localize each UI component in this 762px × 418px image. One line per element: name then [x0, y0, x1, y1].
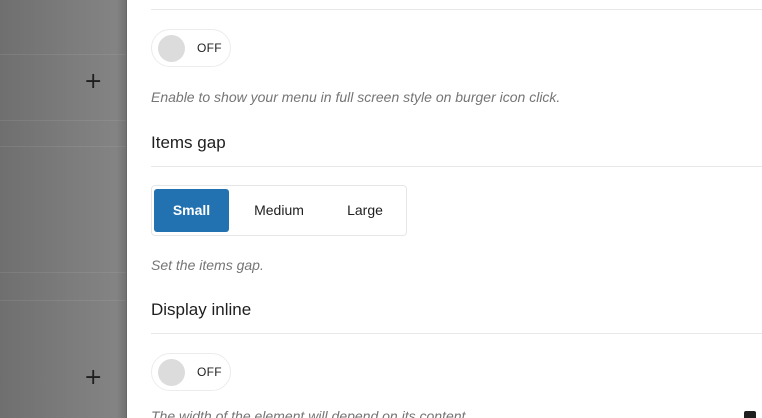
- items-gap-help-text: Set the items gap.: [151, 257, 264, 273]
- items-gap-title: Items gap: [151, 133, 226, 152]
- toggle-knob: [158, 359, 185, 386]
- editor-backdrop: + +: [0, 0, 126, 418]
- backdrop-divider: [0, 54, 126, 55]
- section-divider: [151, 9, 762, 10]
- backdrop-divider: [0, 120, 126, 121]
- gap-option-medium[interactable]: Medium: [236, 189, 322, 232]
- backdrop-divider: [0, 146, 126, 147]
- display-inline-toggle[interactable]: OFF: [151, 353, 231, 391]
- fullscreen-toggle[interactable]: OFF: [151, 29, 231, 67]
- section-divider: [151, 166, 762, 167]
- screen: + + OFF Enable to show your menu in full…: [0, 0, 762, 418]
- toggle-state-label: OFF: [197, 41, 222, 55]
- backdrop-divider: [0, 272, 126, 273]
- settings-panel: OFF Enable to show your menu in full scr…: [127, 0, 762, 418]
- fullscreen-help-text: Enable to show your menu in full screen …: [151, 89, 561, 105]
- display-inline-title: Display inline: [151, 300, 252, 319]
- toggle-state-label: OFF: [197, 365, 222, 379]
- gap-option-small[interactable]: Small: [154, 189, 229, 232]
- section-divider: [151, 333, 762, 334]
- add-block-icon[interactable]: +: [84, 367, 102, 389]
- backdrop-divider: [0, 300, 126, 301]
- scroll-indicator: [744, 411, 756, 418]
- add-block-icon[interactable]: +: [84, 71, 102, 93]
- toggle-knob: [158, 35, 185, 62]
- display-inline-help-text: The width of the element will depend on …: [151, 408, 470, 418]
- items-gap-selector: Small Medium Large: [151, 185, 407, 236]
- gap-option-large[interactable]: Large: [328, 189, 402, 232]
